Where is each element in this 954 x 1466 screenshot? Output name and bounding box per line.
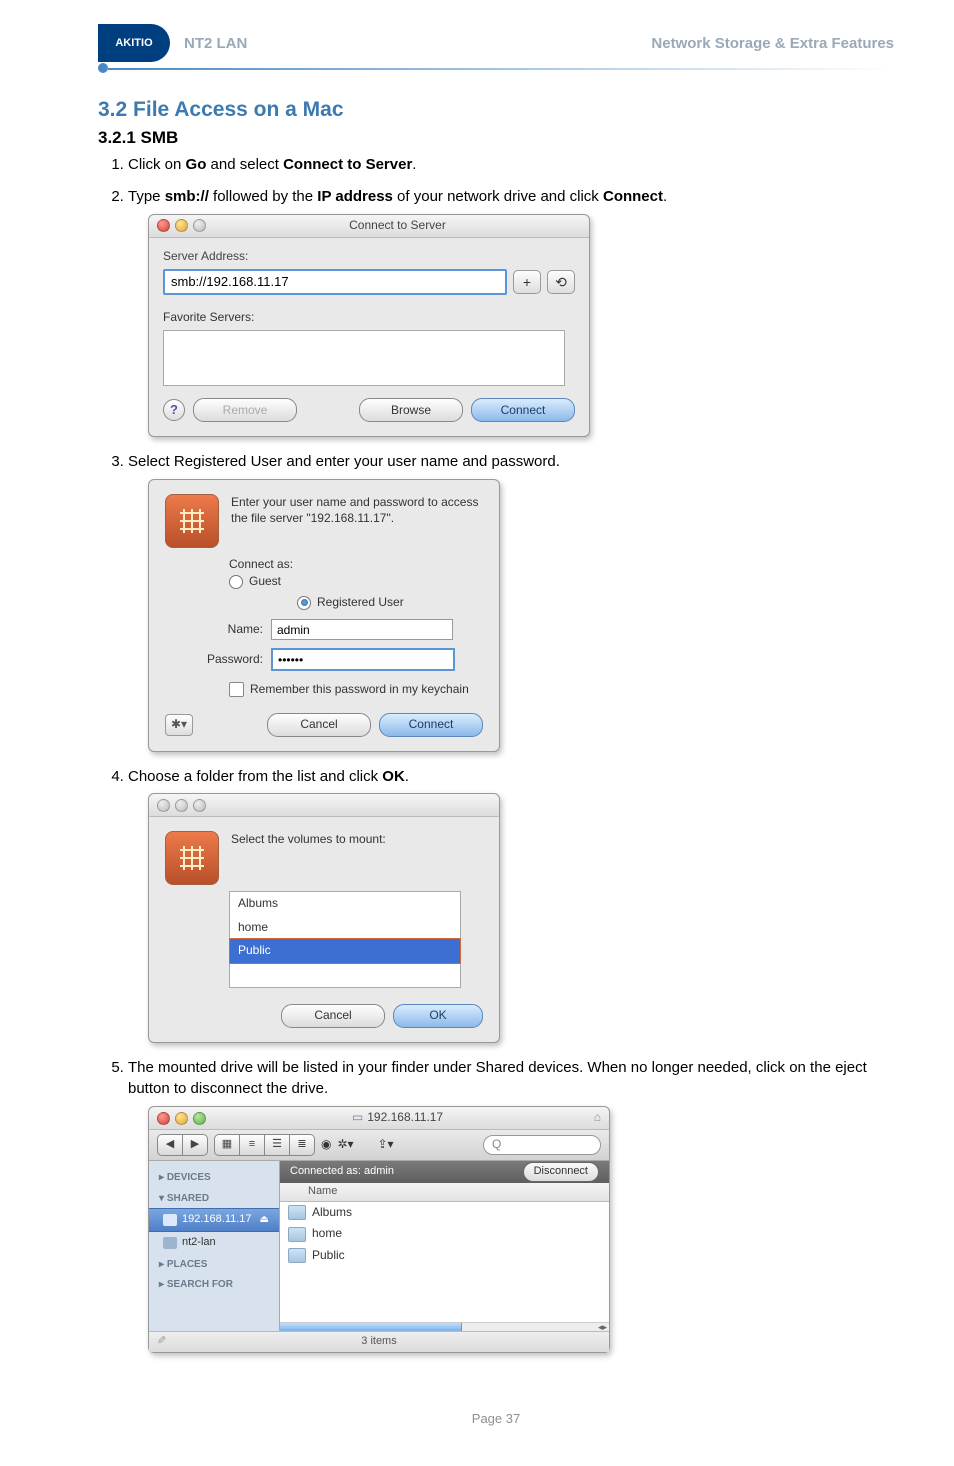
- help-button[interactable]: ?: [163, 399, 185, 421]
- file-server-icon: [165, 831, 219, 885]
- view-coverflow-button[interactable]: ≣: [290, 1134, 315, 1156]
- disconnect-button[interactable]: Disconnect: [523, 1162, 599, 1182]
- list-item[interactable]: Albums: [280, 1202, 609, 1223]
- step-3: Select Registered User and enter your us…: [128, 451, 894, 755]
- window-title: Connect to Server: [214, 217, 581, 234]
- minimize-icon[interactable]: [175, 219, 188, 232]
- zoom-icon: [193, 799, 206, 812]
- sidebar-item-nt2[interactable]: nt2-lan: [149, 1232, 279, 1254]
- minimize-icon[interactable]: [175, 1112, 188, 1125]
- cancel-button[interactable]: Cancel: [281, 1004, 385, 1028]
- finder-sidebar: ▸ DEVICES ▾ SHARED 192.168.11.17 ⏏ nt2-l…: [149, 1161, 280, 1331]
- server-address-input[interactable]: [163, 269, 507, 295]
- server-address-label: Server Address:: [163, 248, 575, 265]
- folder-icon: [288, 1205, 306, 1220]
- page-number: Page 37: [98, 1411, 894, 1426]
- connect-button[interactable]: Connect: [471, 398, 575, 422]
- folder-icon: [288, 1227, 306, 1242]
- cancel-button[interactable]: Cancel: [267, 713, 371, 737]
- action-menu-button[interactable]: ✲▾: [337, 1136, 371, 1153]
- column-header-name[interactable]: Name: [280, 1183, 609, 1202]
- browse-button[interactable]: Browse: [359, 398, 463, 422]
- mount-message: Select the volumes to mount:: [231, 831, 483, 885]
- radio-icon: [297, 596, 311, 610]
- list-item[interactable]: home: [280, 1223, 609, 1244]
- sidebar-section-shared[interactable]: ▾ SHARED: [149, 1188, 279, 1209]
- sidebar-section-places[interactable]: ▸ PLACES: [149, 1254, 279, 1275]
- step-2: Type smb:// followed by the IP address o…: [128, 186, 894, 442]
- header-rule: [108, 68, 894, 70]
- step-5: The mounted drive will be listed in your…: [128, 1057, 894, 1358]
- connected-as-label: Connected as: admin: [290, 1164, 394, 1180]
- heading-2: 3.2 File Access on a Mac: [98, 98, 894, 122]
- remember-checkbox[interactable]: [229, 682, 244, 697]
- finder-toolbar: ◀ ▶ ▦ ≡ ☰ ≣ ◉ ✲▾ ⇪▾ Q: [149, 1130, 609, 1161]
- heading-3: 3.2.1 SMB: [98, 128, 894, 148]
- proxy-icon: ▭: [352, 1110, 363, 1124]
- zoom-icon[interactable]: [193, 1112, 206, 1125]
- recent-servers-button[interactable]: ⟲: [547, 270, 575, 294]
- guest-radio[interactable]: Guest: [229, 573, 483, 590]
- window-title: 192.168.11.17: [367, 1110, 443, 1124]
- volume-item[interactable]: home: [230, 916, 460, 939]
- view-list-button[interactable]: ≡: [240, 1134, 265, 1156]
- favorite-servers-label: Favorite Servers:: [163, 309, 575, 326]
- sidebar-item-server[interactable]: 192.168.11.17 ⏏: [149, 1208, 279, 1232]
- zoom-icon: [193, 219, 206, 232]
- remember-label: Remember this password in my keychain: [250, 681, 469, 698]
- eject-icon[interactable]: ⏏: [260, 1213, 269, 1228]
- volume-item-selected[interactable]: Public: [229, 938, 461, 963]
- volume-item[interactable]: Albums: [230, 892, 460, 915]
- minimize-icon: [175, 799, 188, 812]
- connect-button[interactable]: Connect: [379, 713, 483, 737]
- file-server-icon: [165, 494, 219, 548]
- registered-user-radio[interactable]: Registered User: [297, 594, 483, 611]
- back-button[interactable]: ◀: [157, 1134, 183, 1156]
- password-input[interactable]: [271, 648, 455, 671]
- auth-message: Enter your user name and password to acc…: [231, 494, 483, 548]
- favorite-servers-list[interactable]: [163, 330, 565, 386]
- sidebar-section-devices[interactable]: ▸ DEVICES: [149, 1167, 279, 1188]
- forward-button[interactable]: ▶: [183, 1134, 208, 1156]
- list-item[interactable]: Public: [280, 1245, 609, 1266]
- close-icon[interactable]: [157, 1112, 170, 1125]
- search-input[interactable]: Q: [483, 1135, 601, 1155]
- add-server-button[interactable]: +: [513, 270, 541, 294]
- doc-chapter-name: Network Storage & Extra Features: [651, 35, 894, 52]
- remove-button: Remove: [193, 398, 297, 422]
- step-4: Choose a folder from the list and click …: [128, 766, 894, 1047]
- folder-icon: [288, 1248, 306, 1263]
- connect-to-server-window: Connect to Server Server Address: + ⟲ Fa…: [148, 214, 590, 438]
- password-label: Password:: [199, 651, 263, 668]
- view-icons-button[interactable]: ▦: [214, 1134, 240, 1156]
- sidebar-section-search[interactable]: ▸ SEARCH FOR: [149, 1274, 279, 1295]
- arrange-button[interactable]: ⇪▾: [377, 1136, 407, 1153]
- status-bar: 3 items: [149, 1331, 609, 1352]
- server-icon: [163, 1237, 177, 1249]
- brand-logo: AKITIO: [98, 24, 170, 62]
- name-label: Name:: [199, 621, 263, 638]
- close-icon: [157, 799, 170, 812]
- close-icon[interactable]: [157, 219, 170, 232]
- server-icon: [163, 1214, 177, 1226]
- file-list[interactable]: Albums home Public: [280, 1202, 609, 1322]
- quicklook-button[interactable]: ◉: [321, 1136, 331, 1153]
- ok-button[interactable]: OK: [393, 1004, 483, 1028]
- options-button[interactable]: ✱▾: [165, 714, 193, 736]
- mount-dialog: Select the volumes to mount: Albums home…: [148, 793, 500, 1042]
- scrollbar-thumb[interactable]: [280, 1323, 462, 1331]
- view-columns-button[interactable]: ☰: [265, 1134, 290, 1156]
- toolbar-toggle-icon[interactable]: ⌂: [581, 1109, 601, 1126]
- name-input[interactable]: [271, 619, 453, 640]
- doc-section-name: NT2 LAN: [184, 35, 247, 52]
- step-1: Click on Go and select Connect to Server…: [128, 154, 894, 176]
- header-dot: [98, 63, 108, 73]
- volume-list[interactable]: Albums home Public: [229, 891, 461, 987]
- finder-window: ▭ 192.168.11.17 ⌂ ◀ ▶ ▦ ≡ ☰ ≣ ◉ ✲▾: [148, 1106, 610, 1353]
- connect-as-label: Connect as:: [229, 557, 293, 571]
- radio-icon: [229, 575, 243, 589]
- auth-dialog: Enter your user name and password to acc…: [148, 479, 500, 752]
